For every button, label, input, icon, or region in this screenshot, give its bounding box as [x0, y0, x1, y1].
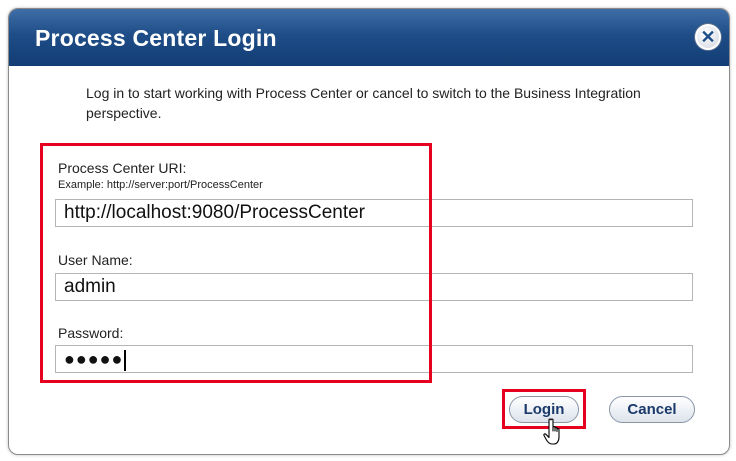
login-dialog: Process Center Login ✕ Log in to start w… [8, 8, 730, 455]
cancel-button[interactable]: Cancel [609, 396, 695, 423]
dialog-title: Process Center Login [35, 25, 277, 51]
dialog-titlebar: Process Center Login ✕ [9, 9, 729, 66]
fields-highlight-box [40, 143, 432, 383]
intro-text: Log in to start working with Process Cen… [86, 85, 641, 121]
close-button[interactable]: ✕ [695, 24, 721, 50]
close-icon: ✕ [700, 27, 716, 47]
hand-pointer-icon [543, 418, 560, 445]
